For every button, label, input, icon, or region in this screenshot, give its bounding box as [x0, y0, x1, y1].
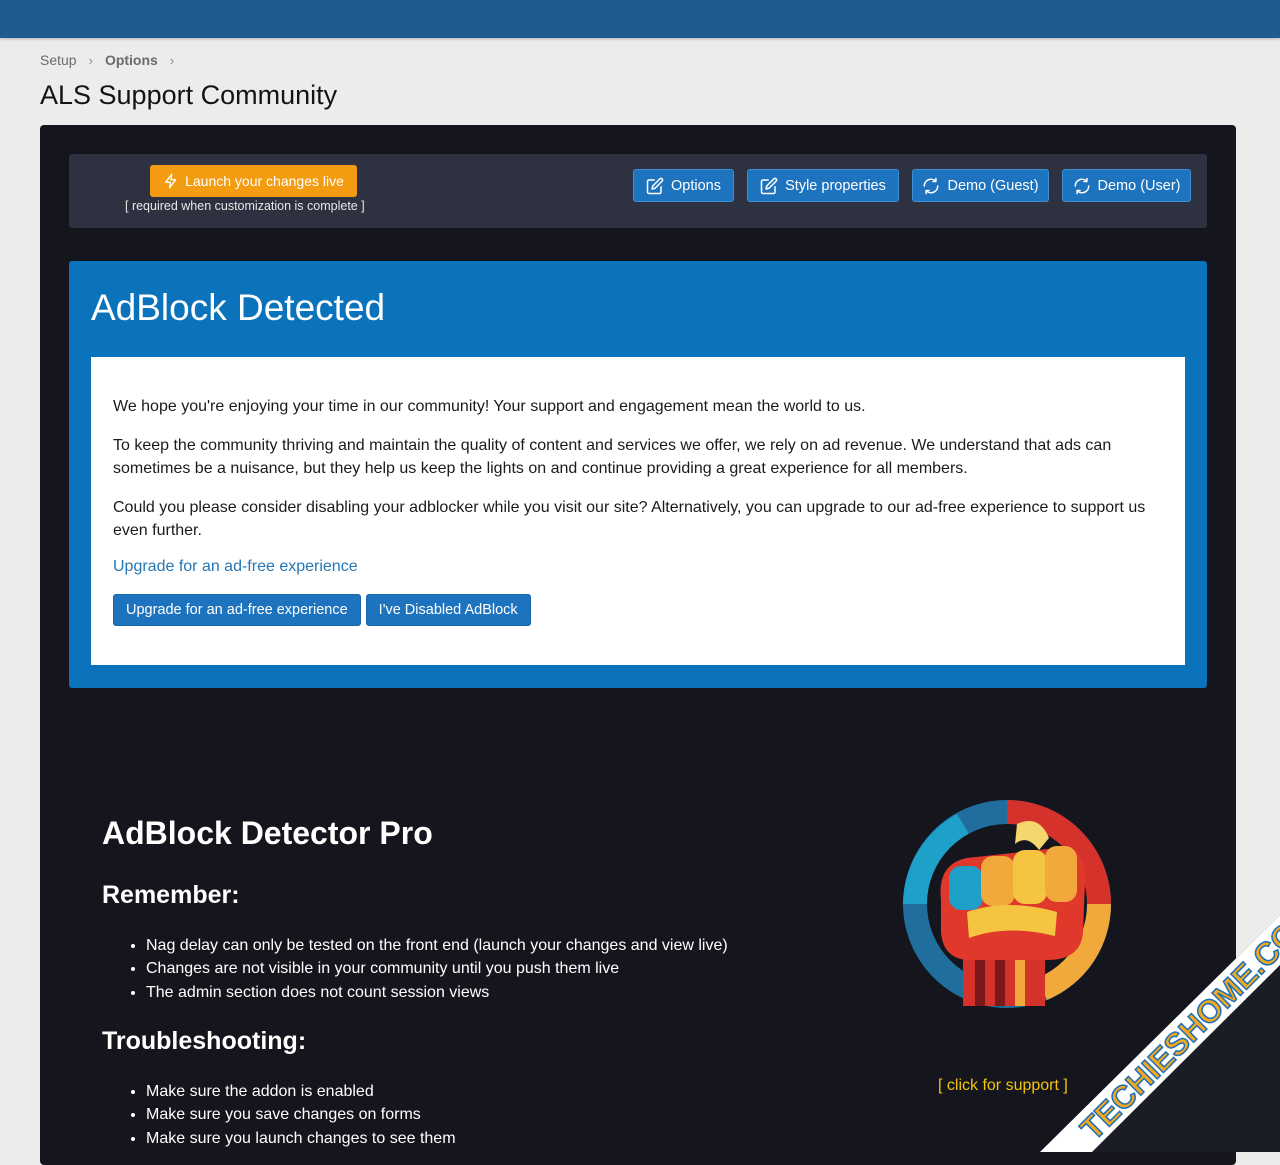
adblock-paragraph-2: To keep the community thriving and maint…: [113, 437, 1112, 477]
breadcrumb-options[interactable]: Options: [105, 52, 158, 68]
adblock-paragraph-3: Could you please consider disabling your…: [113, 499, 1146, 539]
upgrade-link[interactable]: Upgrade for an ad-free experience: [113, 558, 1163, 576]
adblock-message-box: We hope you're enjoying your time in our…: [91, 357, 1185, 665]
addon-panel: Launch your changes live [ required when…: [40, 125, 1236, 1165]
troubleshooting-list: Make sure the addon is enabled Make sure…: [102, 1080, 456, 1150]
upgrade-button[interactable]: Upgrade for an ad-free experience: [113, 594, 361, 626]
adblock-detected-preview: AdBlock Detected We hope you're enjoying…: [69, 261, 1207, 688]
chevron-right-icon: ›: [88, 52, 93, 68]
disabled-adblock-button[interactable]: I've Disabled AdBlock: [365, 594, 531, 626]
options-toolbar: Launch your changes live [ required when…: [69, 154, 1207, 228]
raised-fist-icon: [903, 800, 1111, 1008]
demo-guest-button[interactable]: Demo (Guest): [912, 169, 1049, 202]
support-link[interactable]: [ click for support ]: [938, 1077, 1068, 1095]
list-item: Changes are not visible in your communit…: [146, 957, 728, 980]
troubleshooting-heading: Troubleshooting:: [102, 1027, 307, 1055]
remember-heading: Remember:: [102, 881, 240, 909]
demo-user-button-label: Demo (User): [1097, 177, 1181, 194]
breadcrumb: Setup › Options ›: [40, 52, 186, 68]
pro-title: AdBlock Detector Pro: [102, 815, 433, 851]
chevron-right-icon: ›: [169, 52, 175, 68]
adblock-actions: Upgrade for an ad-free experience I've D…: [113, 594, 1163, 626]
launch-changes-label: Launch your changes live: [185, 173, 344, 189]
list-item: Make sure the addon is enabled: [146, 1080, 456, 1103]
options-button[interactable]: Options: [633, 169, 734, 202]
refresh-icon: [1074, 177, 1089, 194]
edit-icon: [760, 177, 778, 194]
style-properties-button[interactable]: Style properties: [747, 169, 899, 202]
adblock-title: AdBlock Detected: [91, 287, 386, 328]
list-item: Nag delay can only be tested on the fron…: [146, 934, 728, 957]
launch-changes-button[interactable]: Launch your changes live: [150, 165, 357, 197]
page-title: ALS Support Community: [40, 80, 338, 110]
adblock-paragraph-1: We hope you're enjoying your time in our…: [113, 398, 866, 415]
list-item: Make sure you launch changes to see them: [146, 1127, 456, 1150]
remember-list: Nag delay can only be tested on the fron…: [102, 934, 728, 1004]
refresh-icon: [923, 177, 939, 194]
demo-user-button[interactable]: Demo (User): [1062, 169, 1191, 202]
options-button-label: Options: [671, 177, 721, 194]
fist-logo[interactable]: [897, 800, 1117, 1012]
launch-note: [ required when customization is complet…: [125, 199, 365, 213]
breadcrumb-setup[interactable]: Setup: [40, 52, 77, 68]
list-item: The admin section does not count session…: [146, 981, 728, 1004]
list-item: Make sure you save changes on forms: [146, 1103, 456, 1126]
lightning-icon: [165, 173, 177, 189]
edit-icon: [646, 177, 664, 194]
demo-guest-button-label: Demo (Guest): [947, 177, 1039, 194]
top-navigation-bar: [0, 0, 1280, 38]
style-properties-button-label: Style properties: [785, 177, 886, 194]
